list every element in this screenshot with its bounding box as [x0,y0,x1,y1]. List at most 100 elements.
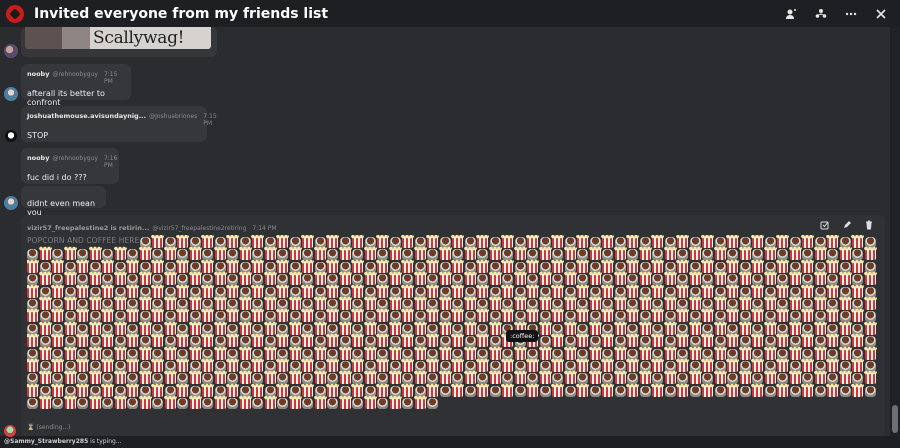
popcorn-icon[interactable] [388,296,402,310]
popcorn-icon[interactable] [788,271,802,286]
popcorn-icon[interactable] [438,370,452,385]
popcorn-icon[interactable] [863,345,877,360]
popcorn-icon[interactable] [488,320,502,335]
popcorn-icon[interactable] [701,382,714,397]
delete-icon[interactable] [859,217,879,233]
popcorn-icon[interactable] [801,382,814,397]
popcorn-icon[interactable] [113,296,127,310]
popcorn-icon[interactable] [301,382,314,397]
popcorn-icon[interactable] [101,382,114,397]
popcorn-icon[interactable] [326,333,339,348]
popcorn-icon[interactable] [538,320,552,335]
popcorn-icon[interactable] [88,345,102,360]
popcorn-icon[interactable] [751,333,764,348]
popcorn-icon[interactable] [113,395,127,410]
popcorn-icon[interactable] [638,246,652,261]
popcorn-icon[interactable] [563,370,577,385]
popcorn-icon[interactable] [88,320,102,335]
popcorn-icon[interactable] [701,358,714,372]
popcorn-icon[interactable] [27,308,39,323]
popcorn-icon[interactable] [163,320,177,335]
popcorn-icon[interactable] [626,258,639,273]
coffee-icon[interactable] [439,385,451,397]
popcorn-icon[interactable] [588,370,602,385]
popcorn-icon[interactable] [713,271,727,286]
coffee-icon[interactable] [352,398,363,410]
popcorn-icon[interactable] [238,395,252,410]
popcorn-icon[interactable] [226,258,239,273]
popcorn-icon[interactable] [688,246,702,261]
popcorn-icon[interactable] [326,283,339,298]
popcorn-icon[interactable] [226,283,239,298]
popcorn-icon[interactable] [163,345,177,360]
popcorn-icon[interactable] [838,345,852,360]
popcorn-icon[interactable] [276,333,289,348]
coffee-icon[interactable] [839,385,851,397]
popcorn-icon[interactable] [176,283,189,298]
popcorn-icon[interactable] [226,308,239,323]
coffee-icon[interactable] [614,385,626,397]
popcorn-icon[interactable] [476,333,489,348]
popcorn-icon[interactable] [51,283,64,298]
popcorn-icon[interactable] [826,235,839,248]
popcorn-icon[interactable] [313,246,327,261]
popcorn-icon[interactable] [88,246,102,261]
popcorn-icon[interactable] [601,258,614,273]
popcorn-icon[interactable] [451,382,464,397]
popcorn-icon[interactable] [288,271,302,286]
popcorn-icon[interactable] [376,333,389,348]
popcorn-icon[interactable] [776,235,789,248]
popcorn-icon[interactable] [176,358,189,372]
popcorn-icon[interactable] [276,358,289,372]
popcorn-icon[interactable] [501,358,514,372]
popcorn-icon[interactable] [663,246,677,261]
popcorn-icon[interactable] [776,358,789,372]
popcorn-icon[interactable] [563,296,577,310]
popcorn-icon[interactable] [576,308,589,323]
popcorn-icon[interactable] [426,333,439,348]
popcorn-icon[interactable] [338,246,352,261]
popcorn-icon[interactable] [338,345,352,360]
more-options-icon[interactable] [840,3,862,25]
popcorn-icon[interactable] [313,320,327,335]
popcorn-icon[interactable] [326,258,339,273]
avatar[interactable] [4,196,18,210]
avatar[interactable] [4,425,16,437]
popcorn-icon[interactable] [451,333,464,348]
popcorn-icon[interactable] [551,382,564,397]
popcorn-icon[interactable] [238,246,252,261]
popcorn-icon[interactable] [663,320,677,335]
popcorn-icon[interactable] [63,296,77,310]
close-icon[interactable] [870,3,892,25]
popcorn-icon[interactable] [738,320,752,335]
popcorn-icon[interactable] [51,382,64,397]
popcorn-icon[interactable] [251,358,264,372]
coffee-icon[interactable] [639,385,651,397]
popcorn-icon[interactable] [176,382,189,397]
popcorn-icon[interactable] [27,283,39,298]
popcorn-icon[interactable] [226,235,239,248]
popcorn-icon[interactable] [563,345,577,360]
coffee-icon[interactable] [227,398,238,410]
popcorn-icon[interactable] [338,271,352,286]
popcorn-icon[interactable] [501,382,514,397]
popcorn-icon[interactable] [351,333,364,348]
popcorn-icon[interactable] [188,246,202,261]
coffee-icon[interactable] [327,398,338,410]
popcorn-icon[interactable] [763,320,777,335]
coffee-icon[interactable] [689,385,701,397]
coffee-icon[interactable] [739,385,751,397]
popcorn-icon[interactable] [38,370,52,385]
popcorn-icon[interactable] [126,333,139,348]
popcorn-icon[interactable] [388,320,402,335]
popcorn-icon[interactable] [363,345,377,360]
popcorn-icon[interactable] [713,370,727,385]
popcorn-icon[interactable] [351,358,364,372]
popcorn-icon[interactable] [563,320,577,335]
popcorn-icon[interactable] [251,382,264,397]
popcorn-icon[interactable] [126,283,139,298]
coffee-icon[interactable] [427,398,438,410]
popcorn-icon[interactable] [276,258,289,273]
popcorn-icon[interactable] [388,271,402,286]
popcorn-icon[interactable] [851,235,864,248]
